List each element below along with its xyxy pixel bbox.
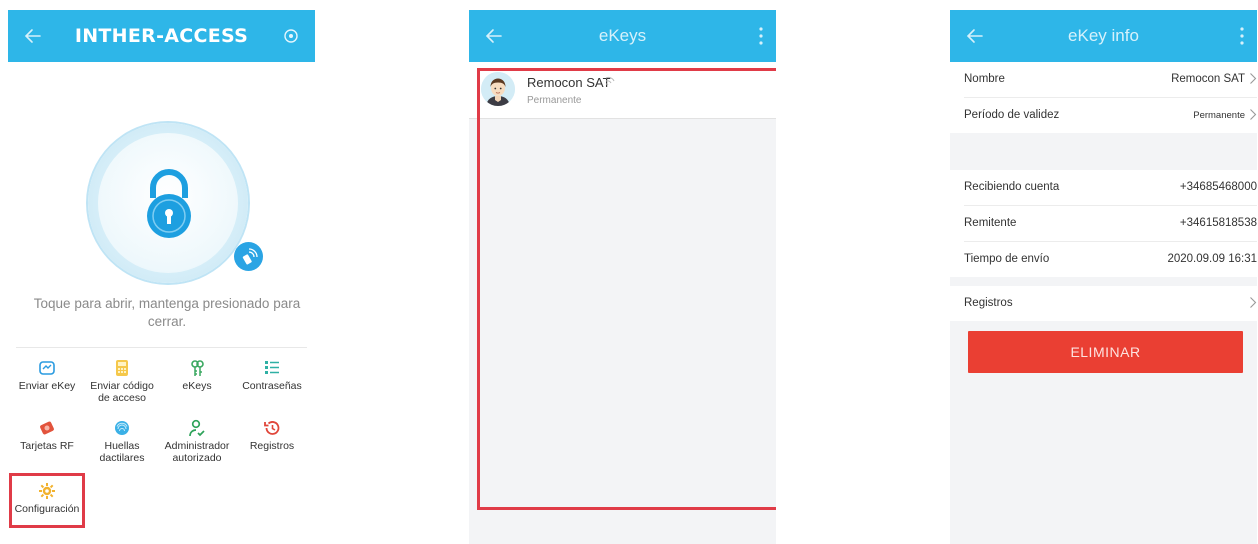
top-bar: INTHER-ACCESS [8,10,315,62]
ekey-info-screen: eKey info Nombre Remocon SAT Período de … [950,10,1257,544]
info-group-details: Recibiendo cuenta +34685468000 Remitente… [950,170,1257,277]
grid-item-label: Enviar eKey [18,380,76,392]
row-label: Recibiendo cuenta [964,181,1060,193]
highlight-box [477,68,776,510]
ekeys-icon [191,360,204,376]
grid-item-label: Tarjetas RF [20,440,74,452]
info-group-records: Registros [950,286,1257,321]
more-options-icon[interactable] [1239,25,1245,47]
divider [16,347,307,348]
info-row-name[interactable]: Nombre Remocon SAT [964,62,1257,98]
page-title: eKey info [1068,26,1139,45]
remote-signal-icon [242,248,258,265]
grid-item-label: Contraseñas [242,380,302,392]
row-label: Tiempo de envío [964,253,1050,265]
row-value: Permanente [1193,110,1245,121]
app-title: INTHER-ACCESS [74,25,249,47]
rf-card-icon [40,421,54,435]
highlight-box [9,473,85,528]
info-group-basic: Nombre Remocon SAT Período de validez Pe… [950,62,1257,133]
grid-item-records[interactable]: Registros [235,419,309,452]
row-label: Período de validez [964,109,1060,121]
grid-item-label: eKeys [182,380,212,392]
send-ekey-icon [39,361,55,375]
records-icon [264,421,280,435]
row-label: Registros [964,297,1013,309]
chevron-right-icon [1250,109,1257,120]
grid-item-label: Registros [249,440,295,452]
remote-unlock-button[interactable] [234,242,263,271]
chevron-right-icon [1250,73,1257,84]
row-label: Nombre [964,73,1005,85]
row-value: +34685468000 [1179,181,1257,193]
top-bar: eKeys [469,10,776,62]
send-code-icon [116,360,128,376]
unlock-hint-text: Toque para abrir, mantenga presionado pa… [33,296,301,329]
info-row-validity[interactable]: Período de validez Permanente [964,98,1257,133]
grid-item-send-ekey[interactable]: Enviar eKey [10,359,84,392]
info-row-sender: Remitente +34615818538 [964,206,1257,242]
fingerprint-icon [115,421,129,435]
page-title: eKeys [598,26,647,45]
row-value: 2020.09.09 16:31 [1167,253,1257,265]
lock-settings-icon[interactable] [281,26,301,46]
row-label: Remitente [964,217,1017,229]
top-bar: eKey info [950,10,1257,62]
grid-item-send-code[interactable]: Enviar código de acceso [85,359,159,404]
info-row-records[interactable]: Registros [964,286,1257,321]
passwords-icon [265,361,279,374]
row-value: +34615818538 [1179,217,1257,229]
grid-item-passwords[interactable]: Contraseñas [235,359,309,392]
grid-item-label: Administrador autorizado [164,440,230,464]
grid-item-fingerprints[interactable]: Huellas dactilares [85,419,159,464]
unlock-button[interactable] [88,123,248,283]
padlock-icon [147,169,191,238]
chevron-right-icon [1250,297,1257,308]
admin-icon [189,419,205,437]
grid-item-rf-cards[interactable]: Tarjetas RF [10,419,84,452]
main-lock-screen: INTHER-ACCESS Toque para abrir, mantenga… [8,10,315,544]
grid-item-ekeys[interactable]: eKeys [160,359,234,392]
row-value: Remocon SAT [1171,73,1245,85]
ekeys-screen: eKeys Remocon SAT Permanente [469,10,776,544]
info-row-receiving-account: Recibiendo cuenta +34685468000 [964,170,1257,206]
grid-item-label: Enviar código de acceso [90,380,154,404]
grid-item-authorized-admin[interactable]: Administrador autorizado [160,419,234,464]
info-row-send-time: Tiempo de envío 2020.09.09 16:31 [964,242,1257,277]
more-options-icon[interactable] [758,25,764,47]
delete-button[interactable]: ELIMINAR [968,331,1243,373]
grid-item-label: Huellas dactilares [99,440,145,464]
